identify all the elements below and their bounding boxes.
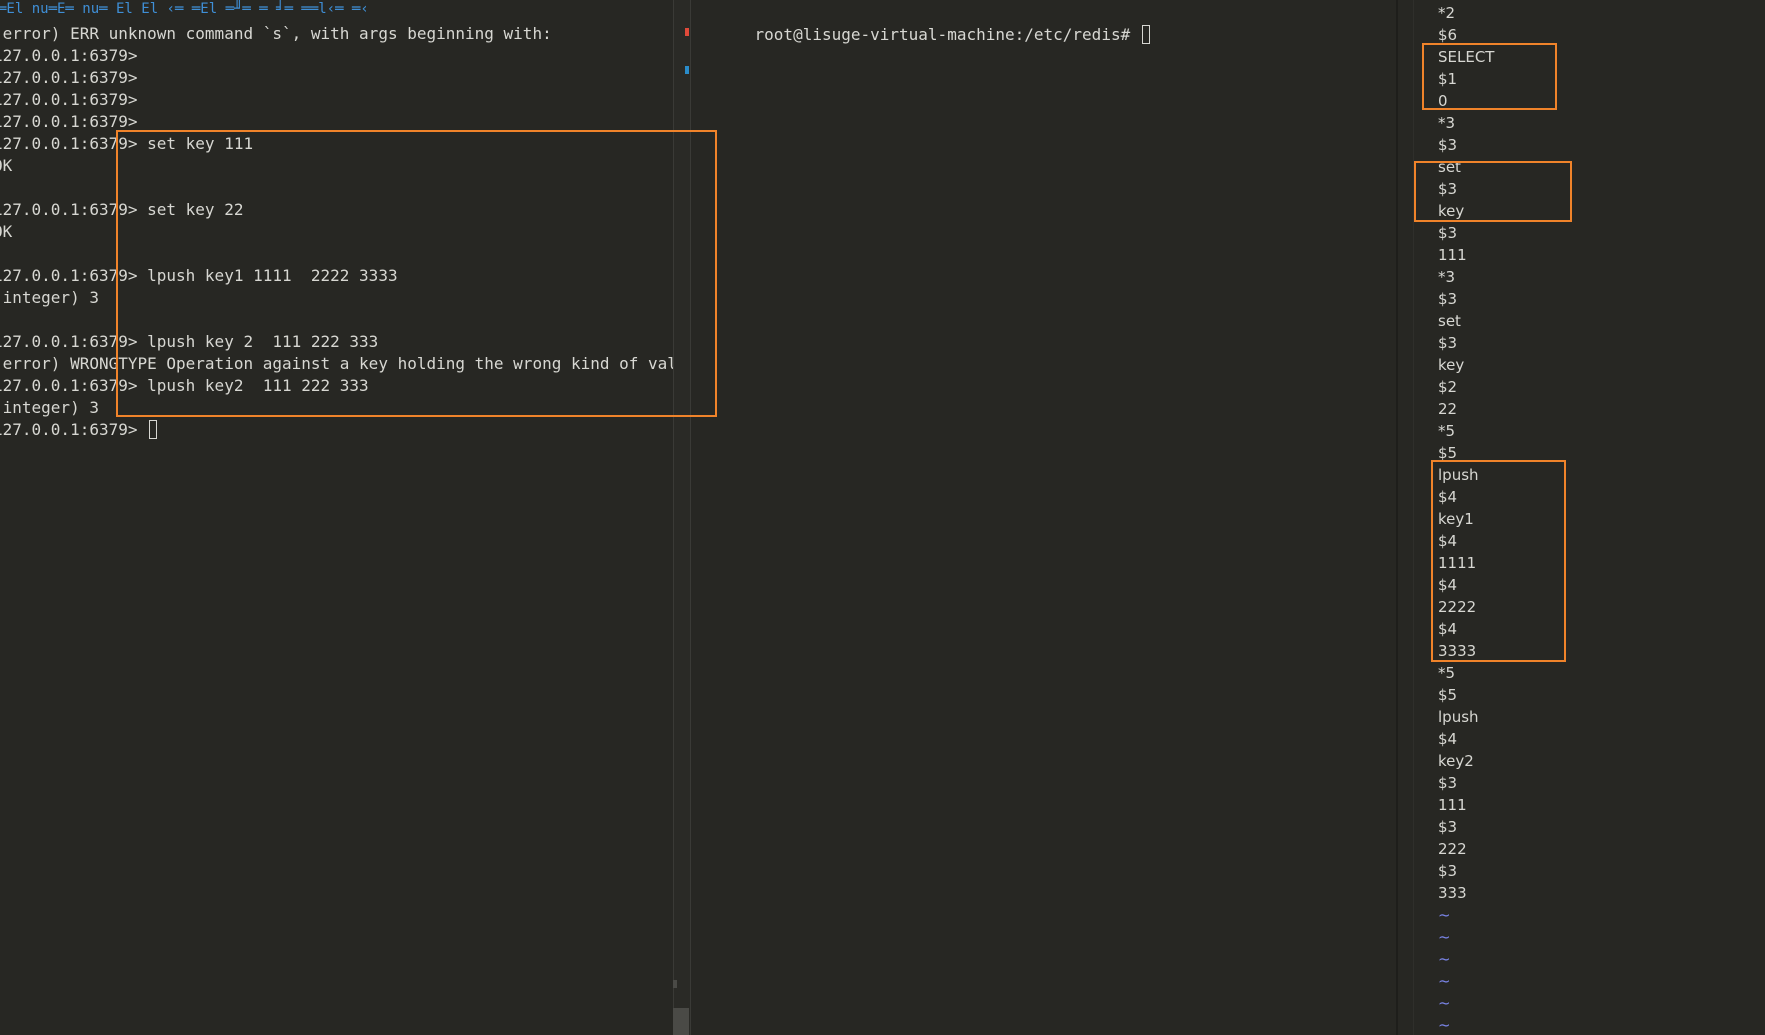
aof-line: $4: [1438, 730, 1458, 748]
aof-line: *3: [1438, 268, 1456, 286]
empty-line-tilde: ~: [1438, 994, 1451, 1012]
aof-line: $3: [1438, 136, 1458, 154]
shell-prompt: root@lisuge-virtual-machine:/etc/redis#: [754, 25, 1140, 44]
aof-line: $3: [1438, 818, 1458, 836]
garbled-header-text: ═El nu═E═ nu═ El El ‹═ ═El ═╜═ ═ ╛═ ══l‹…: [0, 1, 369, 17]
empty-line-tilde: ~: [1438, 950, 1451, 968]
terminal-cursor: [149, 420, 158, 439]
terminal-line: (integer) 3: [0, 288, 99, 307]
terminal-line: 127.0.0.1:6379>: [0, 46, 138, 65]
terminal-cursor: [1141, 25, 1150, 44]
aof-line: 111: [1438, 796, 1467, 814]
aof-line: 333: [1438, 884, 1467, 902]
aof-line: $5: [1438, 686, 1458, 704]
aof-line: $3: [1438, 290, 1458, 308]
aof-line: *3: [1438, 114, 1456, 132]
terminal-line: 127.0.0.1:6379>: [0, 90, 138, 109]
terminal-line: OK: [0, 222, 13, 241]
aof-line: $3: [1438, 862, 1458, 880]
empty-line-tilde: ~: [1438, 972, 1451, 990]
empty-line-tilde: ~: [1438, 906, 1451, 924]
aof-line: 22: [1438, 400, 1458, 418]
highlight-box-lpush: [1431, 460, 1566, 662]
terminal-line: (error) ERR unknown command `s`, with ar…: [0, 24, 552, 43]
scrollbar-thumb[interactable]: [673, 1008, 689, 1035]
aof-line: key2: [1438, 752, 1474, 770]
terminal-line: 127.0.0.1:6379>: [0, 419, 158, 441]
aof-line: $3: [1438, 334, 1458, 352]
aof-line: *5: [1438, 664, 1456, 682]
middle-terminal-pane[interactable]: root@lisuge-virtual-machine:/etc/redis#: [689, 0, 1395, 1035]
aof-line: $3: [1438, 224, 1458, 242]
aof-line: $2: [1438, 378, 1458, 396]
highlight-box-select: [1422, 43, 1557, 110]
aof-line: *5: [1438, 422, 1456, 440]
scrollbar-mark: [673, 980, 677, 988]
aof-line: 111: [1438, 246, 1467, 264]
terminal-line: 127.0.0.1:6379>: [0, 68, 138, 87]
empty-line-tilde: ~: [1438, 1016, 1451, 1034]
aof-line: set: [1438, 312, 1461, 330]
highlight-box-set: [1414, 161, 1572, 222]
shell-prompt-line[interactable]: root@lisuge-virtual-machine:/etc/redis#: [716, 2, 1150, 44]
aof-line: key: [1438, 356, 1465, 374]
terminal-prompt: 127.0.0.1:6379>: [0, 420, 148, 439]
aof-line: *2: [1438, 4, 1456, 22]
aof-line: $3: [1438, 774, 1458, 792]
aof-line: 222: [1438, 840, 1467, 858]
aof-line: lpush: [1438, 708, 1479, 726]
terminal-line: (integer) 3: [0, 398, 99, 417]
highlight-box-commands: [116, 130, 717, 417]
empty-line-tilde: ~: [1438, 928, 1451, 946]
terminal-line: OK: [0, 156, 13, 175]
